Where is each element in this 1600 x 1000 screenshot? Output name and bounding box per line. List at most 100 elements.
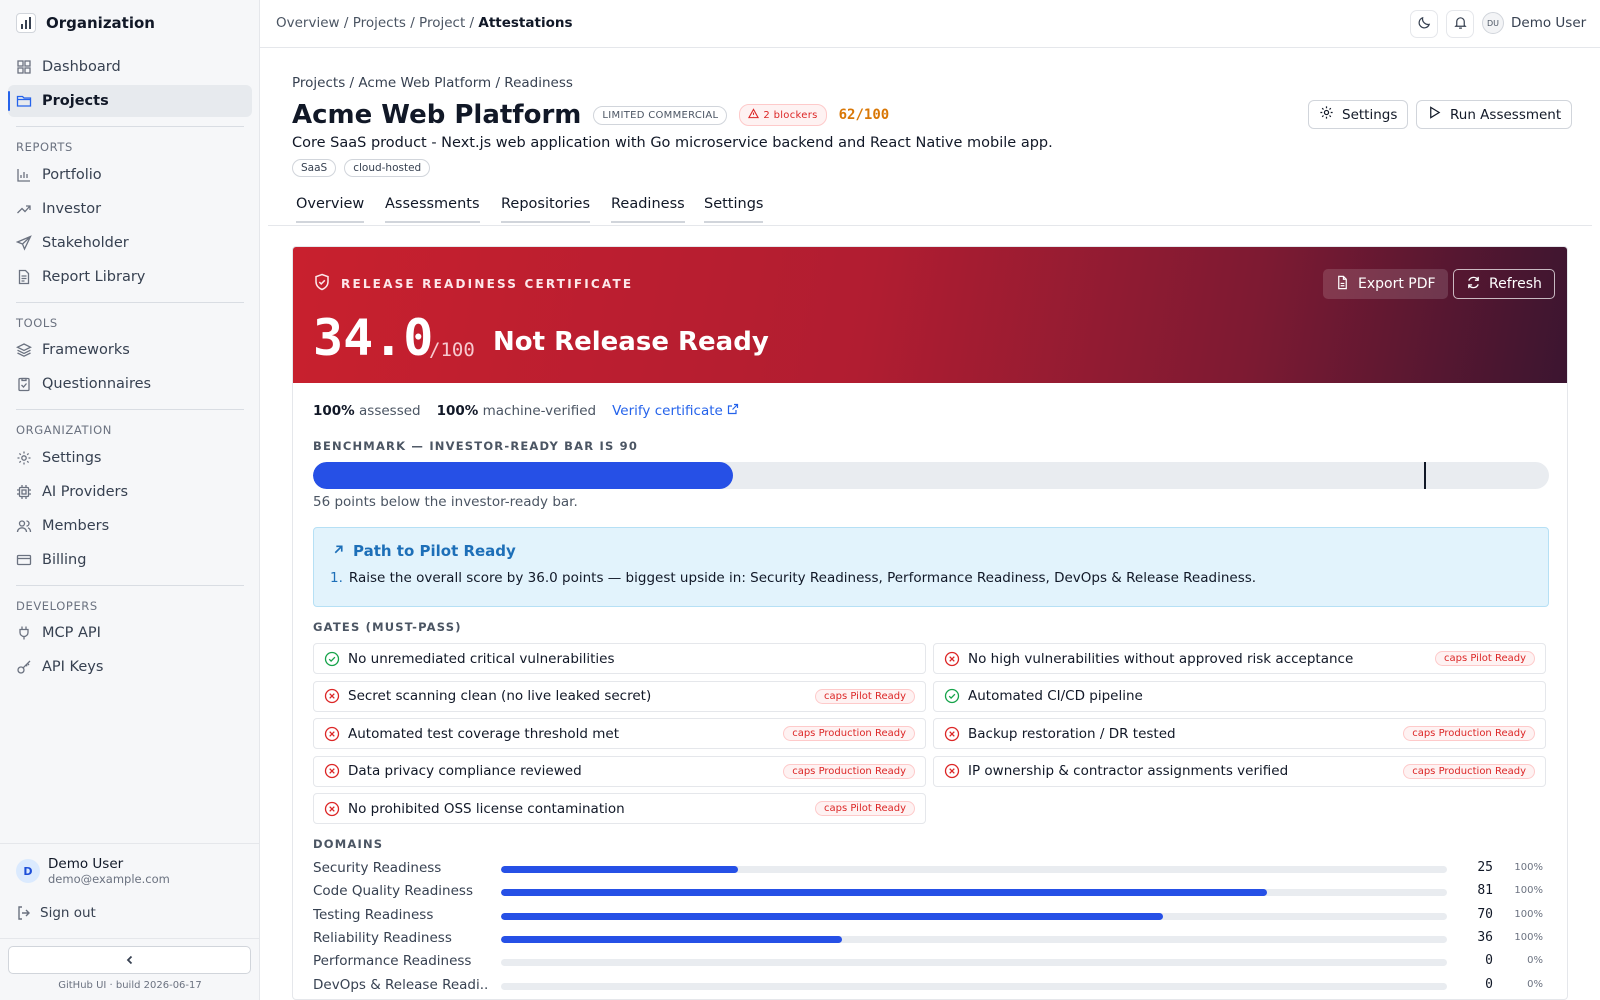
domain-row: Performance Readiness 0 0% [313,952,1549,972]
breadcrumb-path[interactable]: Overview / Projects / Project / [276,15,478,31]
gate-item: Data privacy compliance reviewed caps Pro… [313,755,926,787]
org-switcher[interactable]: Organization [16,12,155,34]
sidebar-item-frameworks[interactable]: Frameworks [8,334,252,366]
refresh-button[interactable]: Refresh [1453,269,1555,299]
domain-label: Reliability Readiness [313,929,452,946]
sidebar-item-members[interactable]: Members [8,510,252,542]
export-pdf-button[interactable]: Export PDF [1323,269,1448,299]
sidebar-item-settings[interactable]: Settings [8,442,252,474]
domain-bar [501,959,1447,967]
benchmark-note: 56 points below the investor-ready bar. [313,494,578,510]
user-menu[interactable]: DU Demo User [1482,12,1586,34]
project-score: 62/100 [838,107,890,123]
blockers-label: 2 blockers [763,109,818,121]
page-breadcrumb[interactable]: Projects / Acme Web Platform / Readiness [292,75,573,91]
sidebar-item-label: Dashboard [42,59,121,75]
gate-item: IP ownership & contractor assignments ve… [933,755,1546,787]
domain-bar [501,935,1447,943]
sidebar-item-portfolio[interactable]: Portfolio [8,159,252,191]
domain-coverage: 100% [1514,862,1543,873]
domains-title: DOMAINS [313,837,384,851]
verify-certificate-link[interactable]: Verify certificate [612,403,739,419]
path-step-text: Raise the overall score by 36.0 points —… [348,570,1257,586]
domain-bar-fill [501,912,1164,920]
x-circle-icon [324,688,340,704]
tab-assessments[interactable]: Assessments [385,196,480,223]
run-assessment-label: Run Assessment [1450,106,1562,123]
tab-settings[interactable]: Settings [704,196,764,223]
users-icon [16,518,32,534]
sidebar-item-label: Frameworks [42,342,130,358]
certificate-max: /100 [429,339,475,361]
org-logo-icon [16,13,36,33]
x-circle-icon [324,801,340,817]
collapse-sidebar-button[interactable] [8,946,251,974]
gate-caps-badge: caps Production Ready [1403,763,1535,779]
path-title-text: Path to Pilot Ready [353,542,516,560]
certificate-score: 34.0 [313,309,434,367]
gate-label: No high vulnerabilities without approved… [968,650,1354,667]
sidebar-item-investor[interactable]: Investor [8,193,252,225]
sidebar-divider [16,585,244,586]
sidebar-item-dashboard[interactable]: Dashboard [8,51,252,83]
domain-row: Security Readiness 25 100% [313,859,1549,879]
verified-value: 100% [436,403,479,419]
domain-bar-fill [501,935,842,943]
tab-repositories[interactable]: Repositories [501,196,591,223]
gear-icon [1319,105,1334,124]
path-to-pilot-ready: Path to Pilot Ready 1. Raise the overall … [313,527,1549,607]
user-name: Demo User [48,856,124,872]
domain-row: Reliability Readiness 36 100% [313,929,1549,949]
domain-coverage: 100% [1514,885,1543,897]
domain-coverage: 0% [1527,955,1543,967]
sign-out-button[interactable]: Sign out [16,905,96,921]
gate-label: Data privacy compliance reviewed [348,763,582,779]
sidebar-item-mcp-api[interactable]: MCP API [8,617,252,649]
domain-score: 81 [1477,883,1493,899]
moon-icon [1417,15,1432,34]
certificate-header: RELEASE READINESS CERTIFICATE 34.0 /100 … [293,247,1567,383]
section-label-organization: ORGANIZATION [16,423,112,437]
settings-button[interactable]: Settings [1308,100,1409,129]
gate-caps-badge: caps Production Ready [1403,726,1535,741]
sidebar-footer-divider [0,843,260,844]
sidebar-item-stakeholder[interactable]: Stakeholder [8,227,252,259]
credit-card-icon [16,552,32,568]
tab-readiness[interactable]: Readiness [611,196,685,223]
section-label-developers: DEVELOPERS [16,599,98,613]
sidebar-item-billing[interactable]: Billing [8,544,252,576]
sidebar-item-api-keys[interactable]: API Keys [8,651,252,683]
sidebar-item-questionnaires[interactable]: Questionnaires [8,368,252,400]
send-icon [16,235,32,251]
gate-item: No unremediated critical vulnerabilities [313,643,926,674]
license-badge: LIMITED COMMERCIAL [593,105,728,125]
notifications-button[interactable] [1446,10,1474,38]
sidebar-item-label: Projects [42,93,109,109]
dashboard-icon [16,59,32,75]
sidebar-item-projects[interactable]: Projects [8,85,252,117]
domain-bar [501,912,1447,920]
cpu-icon [16,484,32,500]
x-circle-icon [324,763,340,779]
x-circle-icon [324,726,340,742]
sidebar-item-label: Questionnaires [42,376,152,392]
x-circle-icon [944,651,960,667]
theme-toggle-button[interactable] [1410,10,1438,38]
domain-bar [501,866,1447,873]
sidebar-item-label: Investor [42,201,102,217]
file-text-icon [16,269,32,285]
sidebar-item-ai-providers[interactable]: AI Providers [8,476,252,508]
domain-score: 25 [1477,860,1493,875]
run-assessment-button[interactable]: Run Assessment [1416,100,1573,129]
gate-item: Automated test coverage threshold met cap… [313,718,926,749]
x-circle-icon [944,726,960,742]
gate-caps-badge: caps Pilot Ready [1435,651,1535,666]
tab-overview[interactable]: Overview [296,196,365,223]
build-info: GitHub UI · build 2026-06-17 [58,980,202,991]
sidebar-item-report-library[interactable]: Report Library [8,261,252,293]
certificate-label: RELEASE READINESS CERTIFICATE [313,273,633,294]
verified-stat: 100% machine-verified [437,403,597,419]
domain-label: Code Quality Readiness [313,883,473,900]
project-tabs: Overview Assessments Repositories Readiness… [268,190,1592,226]
sidebar-user[interactable]: D Demo User demo@example.com [16,856,170,886]
